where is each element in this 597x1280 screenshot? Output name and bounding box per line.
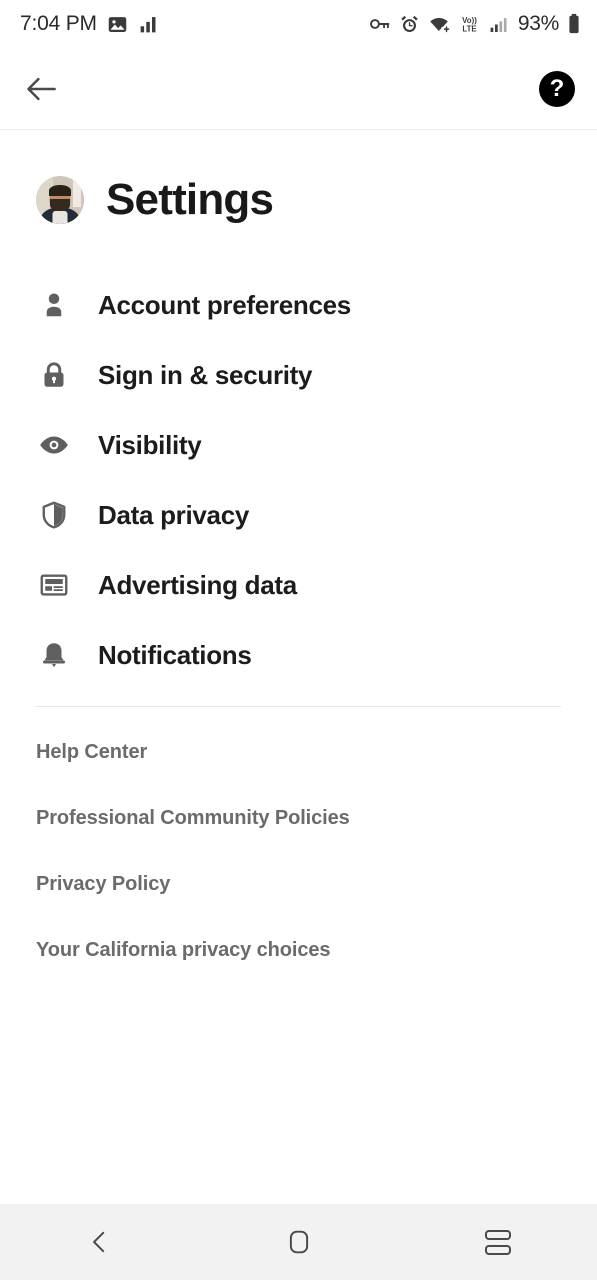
page-title: Settings [106,175,274,224]
menu-item-label: Account preferences [98,289,351,320]
app-bar: ? [0,48,597,130]
menu-item-sign-in-security[interactable]: Sign in & security [0,340,597,410]
link-professional-community-policies[interactable]: Professional Community Policies [36,807,561,830]
link-privacy-policy[interactable]: Privacy Policy [36,873,561,896]
settings-header: Settings [0,152,597,224]
back-arrow-icon[interactable] [24,71,60,107]
menu-item-label: Visibility [98,429,202,460]
menu-item-label: Notifications [98,639,252,670]
menu-item-visibility[interactable]: Visibility [0,410,597,480]
person-icon [36,287,72,323]
nav-back-icon[interactable] [65,1217,135,1267]
alarm-clock-icon [399,14,420,35]
volte-icon: Vo)) LTE [458,14,481,35]
menu-item-label: Sign in & security [98,359,313,390]
nav-recents-icon[interactable] [463,1217,533,1267]
photo-icon [107,14,128,35]
phone-screen: 7:04 PM Vo)) LTE 93% ? Settings Account … [0,0,597,1280]
lock-icon [36,357,72,393]
nav-home-icon[interactable] [264,1217,334,1267]
system-navigation-bar [0,1204,597,1280]
menu-item-data-privacy[interactable]: Data privacy [0,480,597,550]
menu-item-account-preferences[interactable]: Account preferences [0,270,597,340]
battery-percent-label: 93% [517,12,559,35]
status-bar-clock: 7:04 PM [20,12,97,35]
wifi-icon [428,14,450,35]
settings-content: Settings Account preferences Sign in & s… [0,130,597,1280]
svg-text:LTE: LTE [462,24,476,33]
eye-icon [36,427,72,463]
bell-icon [36,637,72,673]
cellular-signal-icon [489,14,508,35]
signal-bars-icon [138,14,159,35]
vpn-key-icon [369,13,391,35]
avatar[interactable] [36,176,84,224]
menu-item-advertising-data[interactable]: Advertising data [0,550,597,620]
link-help-center[interactable]: Help Center [36,741,561,764]
status-bar: 7:04 PM Vo)) LTE 93% [0,0,597,48]
help-question-icon[interactable]: ? [539,70,575,107]
footer-links: Help Center Professional Community Polic… [0,707,597,962]
menu-item-notifications[interactable]: Notifications [0,620,597,690]
settings-menu: Account preferences Sign in & security V… [0,270,597,690]
menu-item-label: Advertising data [98,569,297,600]
menu-item-label: Data privacy [98,499,250,530]
status-bar-left: 7:04 PM [20,12,159,36]
battery-icon [567,13,581,35]
ad-card-icon [36,567,72,603]
shield-icon [36,497,72,533]
link-california-privacy-choices[interactable]: Your California privacy choices [36,939,561,962]
status-bar-right: Vo)) LTE 93% [369,12,581,36]
